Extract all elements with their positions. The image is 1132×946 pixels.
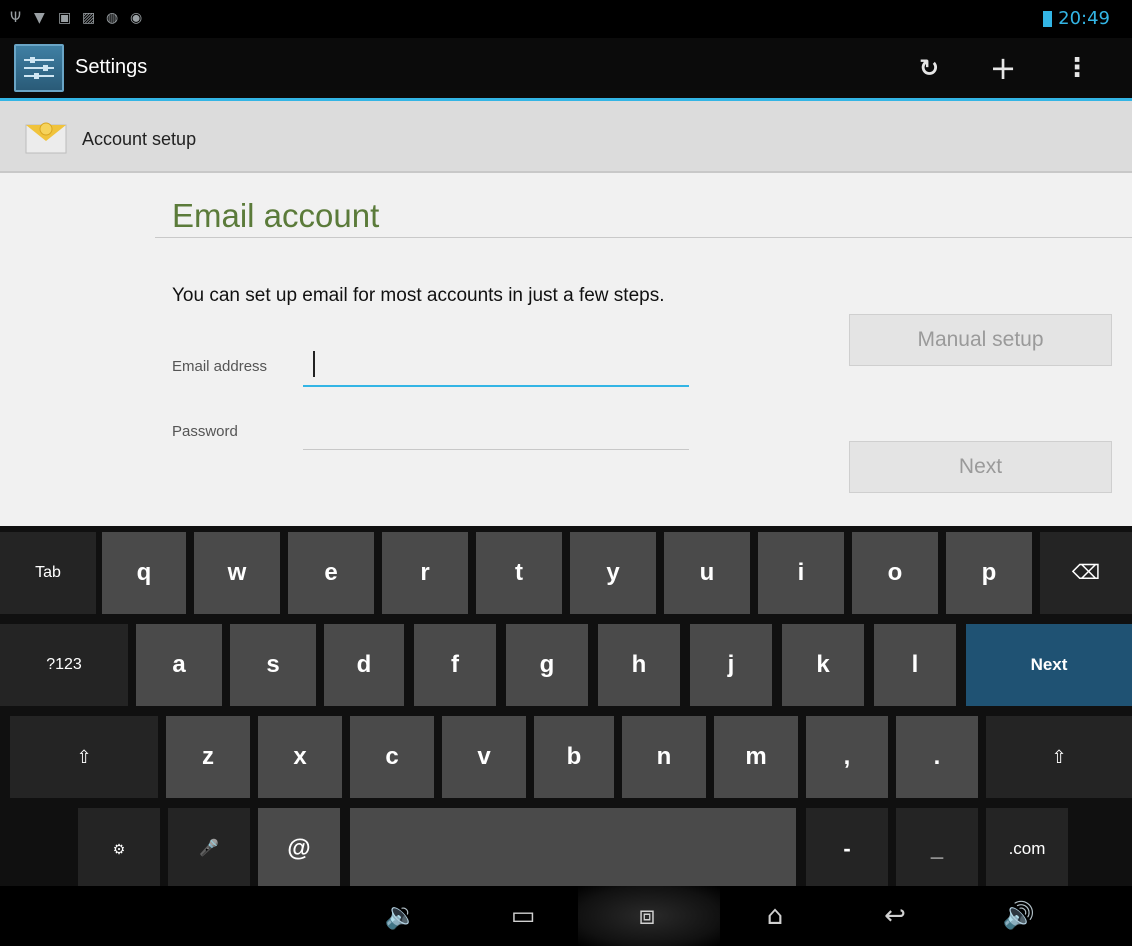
key-f[interactable]: f bbox=[414, 624, 496, 706]
shift-icon[interactable]: ⇧ bbox=[986, 716, 1132, 798]
image-icon: ▨ bbox=[82, 10, 96, 26]
key-x[interactable]: x bbox=[258, 716, 342, 798]
key-d[interactable]: d bbox=[324, 624, 404, 706]
volume-up-icon[interactable]: 🔊 bbox=[996, 898, 1042, 934]
key-t[interactable]: t bbox=[476, 532, 562, 614]
key-at[interactable]: @ bbox=[258, 808, 340, 890]
volume-down-icon[interactable]: 🔉 bbox=[378, 898, 424, 934]
soft-keyboard: Tab q w e r t y u i o p ⌫ ?123 a s d f g… bbox=[0, 526, 1132, 890]
key-l[interactable]: l bbox=[874, 624, 956, 706]
notification-icon: ▣ bbox=[58, 10, 72, 26]
email-envelope-icon bbox=[24, 117, 68, 155]
key-space[interactable] bbox=[350, 808, 796, 890]
backspace-icon[interactable]: ⌫ bbox=[1040, 532, 1132, 614]
controller-icon: ◉ bbox=[130, 10, 143, 26]
key-r[interactable]: r bbox=[382, 532, 468, 614]
text-cursor bbox=[313, 351, 315, 377]
key-n[interactable]: n bbox=[622, 716, 706, 798]
microphone-icon[interactable]: 🎤 bbox=[168, 808, 250, 890]
key-y[interactable]: y bbox=[570, 532, 656, 614]
key-i[interactable]: i bbox=[758, 532, 844, 614]
key-underscore[interactable]: _ bbox=[896, 808, 978, 890]
home-icon[interactable]: ⌂ bbox=[752, 898, 798, 934]
key-period[interactable]: . bbox=[896, 716, 978, 798]
section-title: Email account bbox=[172, 197, 380, 234]
key-s[interactable]: s bbox=[230, 624, 316, 706]
password-label: Password bbox=[172, 423, 238, 440]
key-c[interactable]: c bbox=[350, 716, 434, 798]
sync-icon: ◍ bbox=[106, 10, 119, 26]
navigation-bar: 🔉 ▭ ⧈ ⌂ ↩ 🔊 bbox=[0, 886, 1132, 946]
manual-setup-button[interactable]: Manual setup bbox=[849, 314, 1112, 366]
action-bar: Settings ↻ + ⋮ bbox=[0, 38, 1132, 101]
subheader-title: Account setup bbox=[82, 129, 197, 149]
recent-apps-icon[interactable]: ⧈ bbox=[624, 898, 670, 934]
email-label: Email address bbox=[172, 358, 268, 375]
password-field[interactable] bbox=[303, 417, 689, 450]
key-a[interactable]: a bbox=[136, 624, 222, 706]
subheader: Account setup bbox=[0, 101, 1132, 173]
key-m[interactable]: m bbox=[714, 716, 798, 798]
key-e[interactable]: e bbox=[288, 532, 374, 614]
key-symbols[interactable]: ?123 bbox=[0, 624, 128, 706]
next-button[interactable]: Next bbox=[849, 441, 1112, 493]
back-icon[interactable]: ▭ bbox=[500, 898, 546, 934]
key-j[interactable]: j bbox=[690, 624, 772, 706]
settings-key-icon[interactable]: ⚙ bbox=[78, 808, 160, 890]
key-o[interactable]: o bbox=[852, 532, 938, 614]
battery-icon bbox=[1043, 11, 1052, 27]
key-hyphen[interactable]: - bbox=[806, 808, 888, 890]
account-setup-panel: Account setup Email account You can set … bbox=[0, 101, 1132, 526]
key-k[interactable]: k bbox=[782, 624, 864, 706]
key-q[interactable]: q bbox=[102, 532, 186, 614]
key-tab[interactable]: Tab bbox=[0, 532, 96, 614]
key-v[interactable]: v bbox=[442, 716, 526, 798]
shift-icon[interactable]: ⇧ bbox=[10, 716, 158, 798]
key-z[interactable]: z bbox=[166, 716, 250, 798]
usb-icon: Ψ bbox=[10, 10, 22, 26]
divider bbox=[155, 237, 1132, 238]
page-title: Settings bbox=[75, 56, 148, 78]
key-b[interactable]: b bbox=[534, 716, 614, 798]
key-w[interactable]: w bbox=[194, 532, 280, 614]
back-arrow-icon[interactable]: ↩ bbox=[872, 898, 918, 934]
wifi-icon: ▼ bbox=[34, 10, 45, 26]
email-field[interactable] bbox=[303, 341, 689, 387]
add-icon[interactable]: + bbox=[980, 48, 1026, 88]
key-g[interactable]: g bbox=[506, 624, 588, 706]
key-u[interactable]: u bbox=[664, 532, 750, 614]
key-h[interactable]: h bbox=[598, 624, 680, 706]
key-comma[interactable]: , bbox=[806, 716, 888, 798]
key-next[interactable]: Next bbox=[966, 624, 1132, 706]
clock: 20:49 bbox=[1058, 8, 1110, 29]
key-dotcom[interactable]: .com bbox=[986, 808, 1068, 890]
status-bar: Ψ ▼ ▣ ▨ ◍ ◉ 20:49 bbox=[0, 0, 1132, 38]
key-p[interactable]: p bbox=[946, 532, 1032, 614]
overflow-menu-icon[interactable]: ⋮ bbox=[1054, 48, 1100, 88]
settings-sliders-icon[interactable] bbox=[14, 44, 64, 92]
sync-icon[interactable]: ↻ bbox=[906, 48, 952, 88]
intro-text: You can set up email for most accounts i… bbox=[172, 285, 665, 306]
